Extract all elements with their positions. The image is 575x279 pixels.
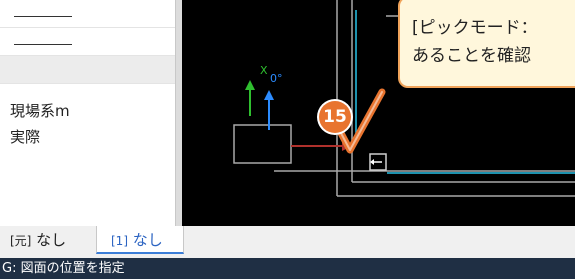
- angle-label: 0°: [270, 72, 283, 85]
- step-number-badge: 15: [319, 101, 351, 133]
- tab-layout-label: なし: [132, 231, 163, 249]
- panel-row-2[interactable]: [0, 28, 175, 56]
- tab-model[interactable]: [元] なし: [10, 226, 96, 254]
- line-style-preview: [14, 44, 72, 45]
- status-bar: G: 図面の位置を指定: [0, 258, 575, 279]
- tab-layout[interactable]: [1] なし: [96, 226, 184, 254]
- panel-row-scale[interactable]: 実際: [0, 124, 175, 152]
- panel-row-coordinate[interactable]: 現場系m: [0, 98, 175, 126]
- line-style-preview: [14, 16, 72, 17]
- coordinate-system-label: 現場系m: [10, 102, 70, 120]
- tab-model-prefix: [元]: [10, 234, 32, 248]
- callout-line-1: [ピックモード：: [412, 18, 538, 38]
- axis-x-label: X: [260, 64, 268, 77]
- instruction-callout: [ピックモード： あることを確認: [398, 0, 575, 88]
- panel-row-1[interactable]: [0, 0, 175, 28]
- status-text: G: 図面の位置を指定: [2, 261, 125, 276]
- panel-row-3: [0, 56, 175, 84]
- scale-label: 実際: [10, 128, 41, 146]
- layout-tabs: [元] なし [1] なし: [0, 226, 575, 258]
- callout-line-2: あることを確認: [412, 46, 531, 66]
- tab-model-label: なし: [36, 231, 67, 249]
- tab-layout-prefix: [1]: [111, 234, 128, 248]
- property-panel: 現場系m 実際: [0, 0, 176, 226]
